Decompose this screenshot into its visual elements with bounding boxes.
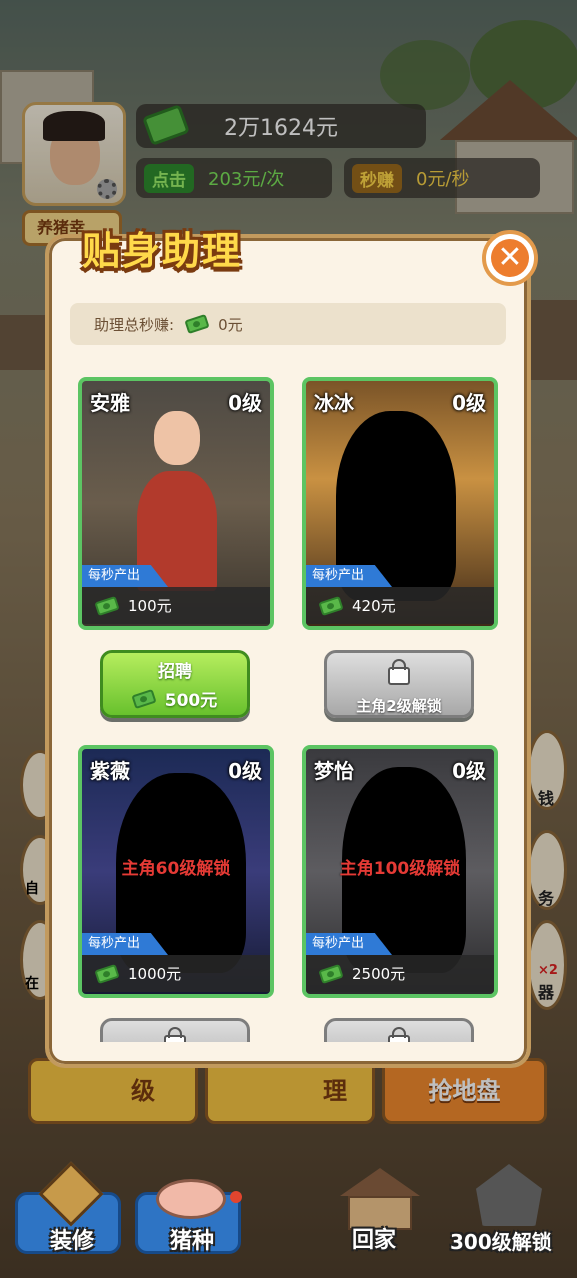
recruit-label: 招聘 (158, 662, 192, 682)
cash-icon (184, 313, 210, 335)
unlock-level-2-button[interactable]: 主角2级解锁 (324, 650, 474, 718)
total-persec-value: 0元 (218, 315, 243, 334)
assistant-income: 2500元 (352, 965, 406, 983)
modal-title: 贴身助理 (82, 229, 243, 273)
lock-icon (388, 1027, 410, 1042)
cash-icon (94, 963, 120, 984)
recruit-cost: 500元 (164, 691, 218, 711)
cash-icon (94, 595, 120, 616)
nav-label: 300级解锁 (450, 1230, 552, 1254)
income-strip: 2500元 (306, 955, 494, 992)
assistant-portrait (132, 401, 222, 591)
nav-label: 装修 (50, 1229, 95, 1254)
assistant-level: 0级 (228, 759, 262, 783)
cash-icon (318, 595, 344, 616)
notification-dot (230, 1191, 242, 1203)
lock-icon (388, 659, 410, 685)
assistant-card-mengyi[interactable]: 梦怡 0级 主角100级解锁 每秒产出 2500元 (302, 745, 498, 998)
assistant-card-ziwei[interactable]: 紫薇 0级 主角60级解锁 每秒产出 1000元 (78, 745, 274, 998)
assistant-level: 0级 (452, 391, 486, 415)
cash-icon (131, 688, 157, 709)
total-persec-bar: 助理总秒赚: 0元 (70, 303, 506, 345)
assistant-name: 冰冰 (314, 391, 354, 415)
nav-home[interactable]: 回家 (330, 1160, 430, 1260)
assistant-income: 100元 (128, 597, 172, 615)
unlock-requirement: 主角60级解锁 (121, 859, 231, 879)
unlock-requirement: 主角100级解锁 (339, 859, 461, 879)
assistant-card-anya[interactable]: 安雅 0级 每秒产出 100元 (78, 377, 274, 630)
unlock-label: 主角2级解锁 (356, 697, 442, 715)
income-strip: 1000元 (82, 955, 270, 992)
total-persec-label: 助理总秒赚: (94, 315, 175, 334)
assistant-name: 安雅 (90, 391, 130, 415)
assistant-level: 0级 (452, 759, 486, 783)
income-strip: 100元 (82, 587, 270, 624)
assistant-level: 0级 (228, 391, 262, 415)
assistant-name: 紫薇 (90, 759, 130, 783)
close-button[interactable]: ✕ (482, 230, 538, 286)
nav-pig-breed[interactable]: 猪种 (135, 1179, 242, 1254)
unlock-button-partial[interactable] (324, 1018, 474, 1042)
house-icon (340, 1168, 420, 1196)
lock-icon (164, 1027, 186, 1042)
assistant-name: 梦怡 (314, 759, 354, 783)
close-icon: ✕ (491, 239, 529, 277)
recruit-button[interactable]: 招聘 500元 (100, 650, 250, 718)
assistant-card-bingbing[interactable]: 冰冰 0级 每秒产出 420元 (302, 377, 498, 630)
pig-icon (156, 1179, 226, 1219)
income-strip: 420元 (306, 587, 494, 624)
nav-label: 回家 (352, 1228, 397, 1253)
nav-label: 猪种 (170, 1229, 215, 1254)
cash-icon (318, 963, 344, 984)
unlock-button-partial[interactable] (100, 1018, 250, 1042)
scroll-clip (60, 1012, 520, 1042)
locked-building-icon (476, 1164, 542, 1226)
assistant-income: 1000元 (128, 965, 182, 983)
nav-decorate[interactable]: 装修 (15, 1161, 121, 1254)
assistant-income: 420元 (352, 597, 396, 615)
nav-locked-300[interactable]: 300级解锁 (448, 1160, 573, 1260)
recruit-cost-row: 500元 (103, 686, 247, 711)
